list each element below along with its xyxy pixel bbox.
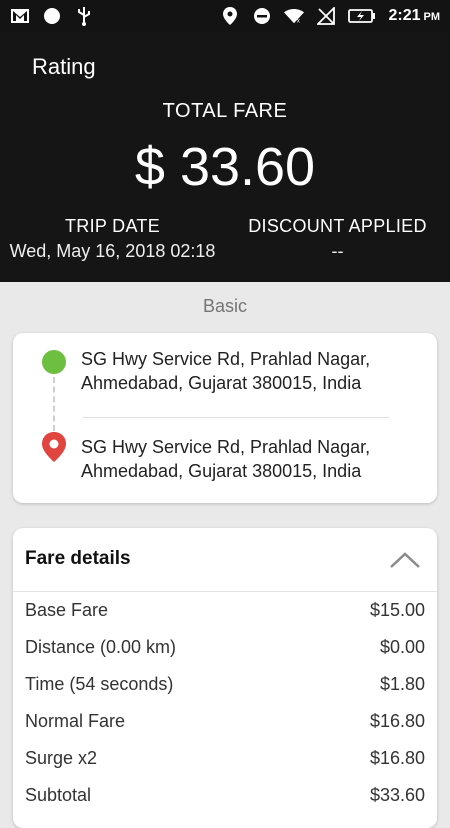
no-signal-icon bbox=[316, 6, 336, 26]
total-fare-amount: $ 33.60 bbox=[134, 137, 316, 197]
pickup-address: SG Hwy Service Rd, Prahlad Nagar, Ahmeda… bbox=[81, 347, 411, 395]
drop-pin-icon bbox=[41, 432, 67, 462]
fare-row-base: Base Fare $15.00 bbox=[25, 600, 425, 621]
pickup-dot-icon bbox=[42, 350, 66, 374]
trip-date-section: TRIP DATE Wed, May 16, 2018 02:18 bbox=[0, 216, 225, 262]
wifi-icon: x bbox=[284, 6, 305, 26]
drop-address-line1: SG Hwy Service Rd, Prahlad Nagar, bbox=[81, 437, 371, 457]
fare-row-label: Surge x2 bbox=[25, 748, 98, 768]
ride-category: Basic bbox=[202, 296, 247, 316]
gmail-icon bbox=[10, 6, 30, 26]
battery-charging-icon bbox=[348, 6, 376, 26]
circle-notification-icon bbox=[42, 6, 62, 26]
fare-row-subtotal: Subtotal $33.60 bbox=[25, 785, 425, 806]
fare-row-value: $33.60 bbox=[369, 785, 425, 805]
location-icon bbox=[220, 6, 240, 26]
fare-row-label: Base Fare bbox=[25, 600, 109, 620]
svg-text:x: x bbox=[297, 17, 301, 24]
drop-address: SG Hwy Service Rd, Prahlad Nagar, Ahmeda… bbox=[81, 435, 411, 483]
status-bar: x 2:21 PM bbox=[0, 0, 450, 32]
discount-section: DISCOUNT APPLIED -- bbox=[225, 216, 450, 262]
trip-date-value: Wed, May 16, 2018 02:18 bbox=[9, 241, 216, 261]
fare-row-value: $16.80 bbox=[369, 711, 425, 731]
status-time: 2:21 PM bbox=[388, 7, 440, 24]
fare-row-value: $0.00 bbox=[379, 637, 425, 657]
chevron-up-icon[interactable] bbox=[389, 550, 421, 570]
total-fare-label: TOTAL FARE bbox=[162, 100, 288, 122]
fare-row-label: Distance (0.00 km) bbox=[25, 637, 177, 657]
pickup-address-line1: SG Hwy Service Rd, Prahlad Nagar, bbox=[81, 349, 371, 369]
status-left-icons bbox=[10, 6, 94, 26]
route-connector bbox=[53, 377, 55, 431]
discount-label: DISCOUNT APPLIED bbox=[248, 216, 427, 236]
fare-row-distance: Distance (0.00 km) $0.00 bbox=[25, 637, 425, 658]
trip-date-label: TRIP DATE bbox=[64, 216, 161, 236]
discount-value: -- bbox=[331, 241, 344, 261]
do-not-disturb-icon bbox=[252, 6, 272, 26]
rating-link[interactable]: Rating bbox=[32, 54, 96, 80]
fare-divider bbox=[13, 591, 437, 592]
fare-details-card: Fare details Base Fare $15.00 Distance (… bbox=[13, 528, 437, 828]
fare-details-title: Fare details bbox=[25, 548, 131, 569]
status-right-icons: x 2:21 PM bbox=[220, 6, 440, 26]
route-divider bbox=[83, 417, 389, 418]
fare-row-value: $1.80 bbox=[379, 674, 425, 694]
usb-icon bbox=[74, 6, 94, 26]
route-card: SG Hwy Service Rd, Prahlad Nagar, Ahmeda… bbox=[13, 333, 437, 503]
trip-summary-header: Rating TOTAL FARE $ 33.60 TRIP DATE Wed,… bbox=[0, 32, 450, 282]
drop-address-line2: Ahmedabad, Gujarat 380015, India bbox=[81, 461, 362, 481]
pickup-address-line2: Ahmedabad, Gujarat 380015, India bbox=[81, 373, 362, 393]
fare-row-surge: Surge x2 $16.80 bbox=[25, 748, 425, 769]
fare-row-normal: Normal Fare $16.80 bbox=[25, 711, 425, 732]
fare-row-value: $16.80 bbox=[369, 748, 425, 768]
fare-row-time: Time (54 seconds) $1.80 bbox=[25, 674, 425, 695]
fare-row-value: $15.00 bbox=[369, 600, 425, 620]
fare-row-label: Time (54 seconds) bbox=[25, 674, 174, 694]
fare-row-label: Normal Fare bbox=[25, 711, 126, 731]
fare-row-label: Subtotal bbox=[25, 785, 92, 805]
